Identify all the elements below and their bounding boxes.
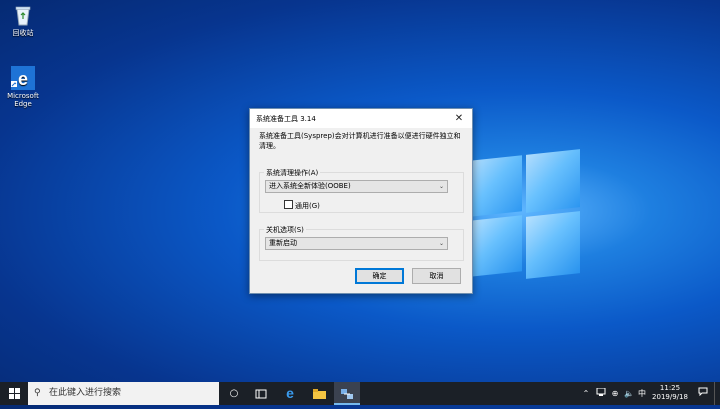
taskbar-clock[interactable]: 11:25 2019/9/18 — [650, 384, 690, 402]
taskbar: ⚲ 在此键入进行搜索 ○ e ⌃ ⊕ 🔈 中 11:25 2019/9/18 — [0, 382, 720, 405]
windows-start-icon — [8, 388, 20, 399]
dialog-titlebar[interactable]: 系统准备工具 3.14 ✕ — [250, 109, 472, 128]
cleanup-action-group: 系统清理操作(A) 进入系统全新体验(OOBE) ⌄ 通用(G) — [259, 168, 464, 213]
desktop-icon-label: 回收站 — [12, 29, 34, 37]
cleanup-action-value: 进入系统全新体验(OOBE) — [269, 182, 351, 190]
input-method-indicator[interactable]: 中 — [636, 382, 648, 405]
cortana-icon[interactable]: ○ — [222, 382, 246, 405]
cleanup-action-select[interactable]: 进入系统全新体验(OOBE) ⌄ — [265, 180, 448, 193]
edge-icon: e — [11, 66, 35, 90]
desktop-icon-edge[interactable]: e Microsoft Edge — [0, 66, 46, 108]
notification-center-icon[interactable] — [694, 382, 712, 405]
cancel-button[interactable]: 取消 — [412, 268, 461, 284]
chevron-up-icon[interactable]: ⌃ — [580, 382, 592, 405]
volume-icon[interactable]: 🔈 — [622, 382, 636, 405]
generalize-checkbox[interactable]: 通用(G) — [284, 200, 320, 211]
sysprep-taskbar-icon[interactable] — [334, 382, 360, 405]
file-explorer-icon[interactable] — [306, 382, 332, 405]
dialog-title: 系统准备工具 3.14 — [256, 115, 316, 123]
svg-text:e: e — [18, 69, 28, 89]
chevron-down-icon: ⌄ — [438, 240, 444, 247]
ok-button[interactable]: 确定 — [355, 268, 404, 284]
search-icon: ⚲ — [34, 388, 41, 398]
desktop-icon-label: Microsoft Edge — [7, 92, 39, 108]
language-globe-icon[interactable]: ⊕ — [608, 382, 622, 405]
checkbox-box[interactable] — [284, 200, 293, 209]
cleanup-action-label: 系统清理操作(A) — [264, 168, 321, 178]
clock-date: 2019/9/18 — [652, 393, 688, 401]
search-placeholder: 在此键入进行搜索 — [49, 388, 122, 398]
start-button[interactable] — [0, 382, 28, 405]
recycle-bin-icon — [11, 3, 35, 27]
show-desktop-button[interactable] — [714, 382, 720, 405]
edge-taskbar-icon[interactable]: e — [276, 382, 304, 405]
chevron-down-icon: ⌄ — [438, 183, 444, 190]
generalize-checkbox-label: 通用(G) — [295, 202, 320, 210]
close-icon[interactable]: ✕ — [446, 109, 472, 128]
dialog-description: 系统准备工具(Sysprep)会对计算机进行准备以便进行硬件独立和清理。 — [259, 132, 461, 150]
desktop-icon-recycle-bin[interactable]: 回收站 — [0, 3, 46, 37]
network-icon[interactable] — [594, 382, 608, 405]
taskbar-search[interactable]: ⚲ 在此键入进行搜索 — [28, 382, 219, 405]
shutdown-options-group: 关机选项(S) 重新启动 ⌄ — [259, 225, 464, 261]
clock-time: 11:25 — [659, 384, 681, 392]
shutdown-options-label: 关机选项(S) — [264, 225, 306, 235]
task-view-icon[interactable] — [248, 382, 274, 405]
shutdown-options-select[interactable]: 重新启动 ⌄ — [265, 237, 448, 250]
sysprep-dialog: 系统准备工具 3.14 ✕ 系统准备工具(Sysprep)会对计算机进行准备以便… — [249, 108, 473, 294]
shutdown-options-value: 重新启动 — [269, 239, 297, 247]
windows-logo-wallpaper — [470, 149, 580, 280]
